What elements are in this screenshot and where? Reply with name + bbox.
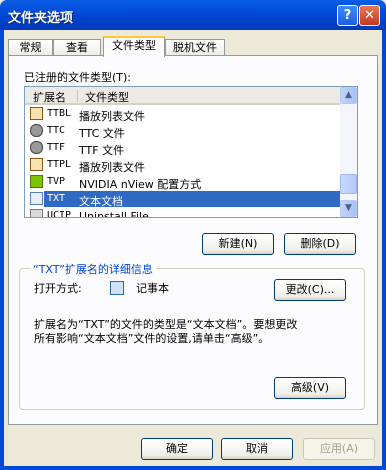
window-title: 文件夹选项: [8, 11, 74, 26]
details-group-title: “TXT”扩展名的详细信息: [30, 261, 156, 277]
nview-icon: [30, 175, 43, 188]
scroll-thumb[interactable]: [340, 174, 357, 194]
list-item[interactable]: UCIP Uninstall File: [27, 208, 340, 218]
list-item-type: NVIDIA nView 配置方式: [79, 178, 202, 191]
list-item[interactable]: TTF TTF 文件: [27, 140, 340, 157]
apply-button[interactable]: 应用(A): [303, 438, 375, 460]
list-item-extension: TTF: [47, 142, 66, 153]
advanced-button[interactable]: 高级(V): [274, 377, 346, 399]
file-types-list[interactable]: 扩展名 文件类型 TTBL 播放列表文件 TTC TTC 文件 TTF TTF …: [24, 86, 358, 218]
vertical-scrollbar[interactable]: ▲ ▼: [340, 87, 357, 217]
registered-types-label: 已注册的文件类型(T):: [24, 71, 132, 84]
list-item-selected[interactable]: TXT 文本文档: [27, 191, 340, 208]
list-item[interactable]: TVP NVIDIA nView 配置方式: [27, 174, 340, 191]
tab-general[interactable]: 常规: [8, 39, 53, 56]
playlist-icon: [30, 158, 43, 171]
list-item-type: 播放列表文件: [79, 161, 145, 174]
column-divider[interactable]: [77, 90, 78, 102]
opens-with-app: 记事本: [136, 282, 169, 295]
list-item-type: 文本文档: [79, 195, 123, 208]
playlist-icon: [30, 107, 43, 120]
tab-view[interactable]: 查看: [53, 39, 101, 56]
title-bar[interactable]: 文件夹选项 ? ✕: [0, 0, 386, 30]
change-button[interactable]: 更改(C)...: [274, 279, 346, 301]
font-icon: [30, 124, 43, 137]
list-item-extension: TTC: [47, 125, 66, 136]
close-button[interactable]: ✕: [359, 5, 380, 26]
list-item-extension: TTBL: [47, 108, 72, 119]
scroll-down-button[interactable]: ▼: [340, 200, 357, 217]
list-header: 扩展名 文件类型: [25, 87, 340, 105]
opens-with-label: 打开方式:: [34, 282, 82, 295]
column-header-extension[interactable]: 扩展名: [33, 89, 66, 105]
list-item[interactable]: TTBL 播放列表文件: [27, 106, 340, 123]
text-doc-icon: [30, 192, 43, 205]
list-item[interactable]: TTC TTC 文件: [27, 123, 340, 140]
tab-offline-files[interactable]: 脱机文件: [165, 39, 225, 56]
list-item-type: 播放列表文件: [79, 110, 145, 123]
list-item-type: TTC 文件: [79, 127, 125, 140]
list-item-type: TTF 文件: [79, 144, 125, 157]
list-item[interactable]: TTPL 播放列表文件: [27, 157, 340, 174]
list-item-extension: TTPL: [47, 159, 72, 170]
ok-button[interactable]: 确定: [141, 438, 213, 460]
help-button[interactable]: ?: [337, 5, 358, 26]
notepad-icon: [110, 281, 124, 295]
new-button[interactable]: 新建(N): [202, 233, 274, 255]
description-line-2: 所有影响“文本文档”文件的设置,请单击“高级”。: [34, 332, 270, 345]
font-icon: [30, 141, 43, 154]
cancel-button[interactable]: 取消: [221, 438, 293, 460]
list-item-type: Uninstall File: [79, 210, 149, 218]
generic-file-icon: [30, 209, 43, 217]
folder-options-window: 文件夹选项 ? ✕ 常规 查看 文件类型 脱机文件 已注册的文件类型(T): 扩…: [0, 0, 386, 470]
scroll-up-button[interactable]: ▲: [340, 87, 357, 104]
list-item-extension: TXT: [47, 193, 66, 204]
list-item-extension: TVP: [47, 176, 66, 187]
list-item-extension: UCIP: [47, 210, 72, 218]
tab-file-types[interactable]: 文件类型: [103, 36, 165, 57]
column-header-file-type[interactable]: 文件类型: [85, 89, 129, 105]
delete-button[interactable]: 删除(D): [284, 233, 356, 255]
